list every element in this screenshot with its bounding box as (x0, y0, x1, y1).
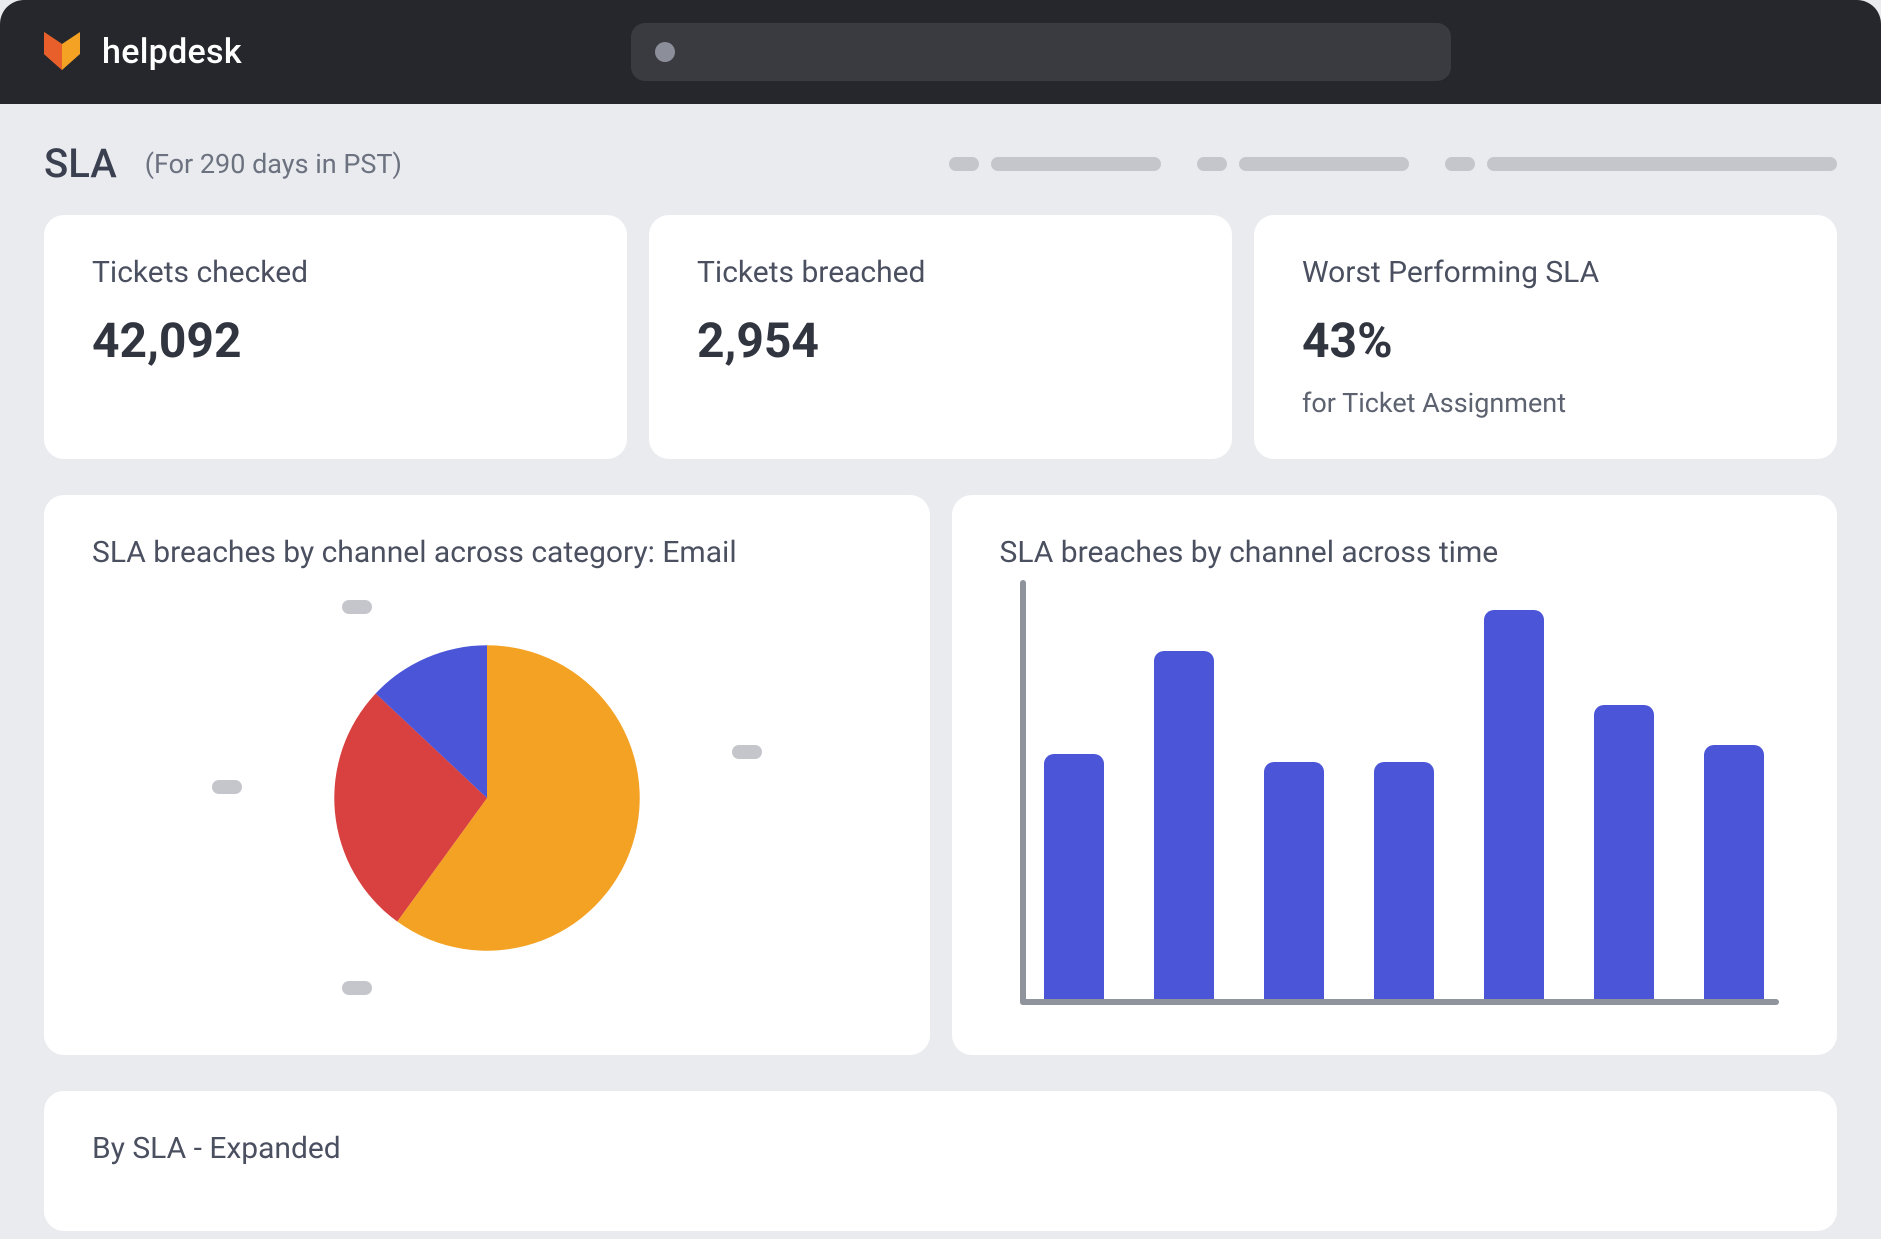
pie-chart-card: SLA breaches by channel across category:… (44, 495, 930, 1055)
bar (1374, 762, 1434, 999)
bar (1264, 762, 1324, 999)
pie-label-placeholder (342, 600, 372, 614)
filter-tab[interactable] (1197, 157, 1409, 171)
placeholder-icon (1445, 157, 1475, 171)
bar (1154, 651, 1214, 999)
kpi-value: 2,954 (697, 312, 1184, 369)
y-axis (1020, 580, 1026, 1005)
kpi-value: 43% (1302, 312, 1789, 369)
x-axis (1020, 999, 1780, 1005)
kpi-label: Tickets checked (92, 255, 579, 290)
kpi-label: Worst Performing SLA (1302, 255, 1789, 290)
bar-chart-card: SLA breaches by channel across time (952, 495, 1838, 1055)
kpi-card-breached: Tickets breached 2,954 (649, 215, 1232, 459)
placeholder-icon (949, 157, 979, 171)
page-subtitle: (For 290 days in PST) (145, 148, 402, 180)
section-title: By SLA - Expanded (92, 1131, 1789, 1166)
kpi-row: Tickets checked 42,092 Tickets breached … (0, 215, 1881, 459)
page-header: SLA (For 290 days in PST) (0, 104, 1881, 215)
kpi-caption: for Ticket Assignment (1302, 387, 1789, 419)
placeholder-text (991, 157, 1161, 171)
search-input[interactable] (631, 23, 1451, 81)
chart-row: SLA breaches by channel across category:… (0, 459, 1881, 1055)
kpi-card-checked: Tickets checked 42,092 (44, 215, 627, 459)
bar (1594, 705, 1654, 999)
pie-chart (92, 570, 882, 1025)
kpi-card-worst: Worst Performing SLA 43% for Ticket Assi… (1254, 215, 1837, 459)
filter-tab[interactable] (949, 157, 1161, 171)
bar (1484, 610, 1544, 999)
bar (1704, 745, 1764, 999)
fox-logo-icon (40, 28, 84, 76)
filter-tab[interactable] (1445, 157, 1837, 171)
bar-chart (1000, 570, 1790, 1025)
filter-tabs (949, 157, 1837, 171)
chart-title: SLA breaches by channel across time (1000, 535, 1790, 570)
placeholder-text (1487, 157, 1837, 171)
placeholder-text (1239, 157, 1409, 171)
bottom-row: By SLA - Expanded (0, 1055, 1881, 1231)
bars-container (1040, 590, 1770, 999)
placeholder-icon (1197, 157, 1227, 171)
kpi-label: Tickets breached (697, 255, 1184, 290)
page-title: SLA (44, 140, 117, 187)
kpi-value: 42,092 (92, 312, 579, 369)
app-window: helpdesk SLA (For 290 days in PST) (0, 0, 1881, 1239)
expanded-card: By SLA - Expanded (44, 1091, 1837, 1231)
pie-label-placeholder (732, 745, 762, 759)
topbar: helpdesk (0, 0, 1881, 104)
pie-label-placeholder (342, 981, 372, 995)
search-icon (655, 42, 675, 62)
chart-title: SLA breaches by channel across category:… (92, 535, 882, 570)
pie-chart-svg (327, 638, 647, 958)
brand-name: helpdesk (102, 32, 242, 72)
pie-label-placeholder (212, 780, 242, 794)
search-wrap (242, 23, 1841, 81)
brand[interactable]: helpdesk (40, 28, 242, 76)
bar (1044, 754, 1104, 999)
